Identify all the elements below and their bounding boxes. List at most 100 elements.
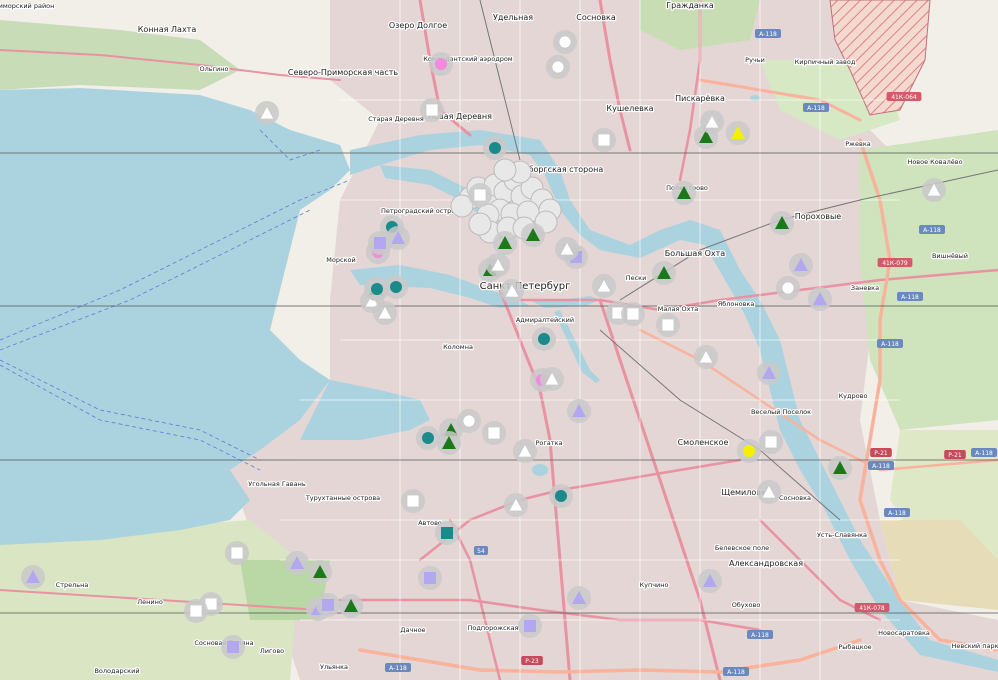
- marker-circle-icon: [371, 283, 383, 295]
- road-shield-label: А-118: [881, 341, 899, 348]
- place-label: Веселый Поселок: [751, 408, 811, 416]
- road-shield: Р-21: [944, 450, 966, 459]
- map-marker-triangle-white[interactable]: [373, 301, 397, 325]
- place-label: Озеро Долгое: [389, 21, 447, 30]
- map-marker-square-white[interactable]: [184, 599, 208, 623]
- marker-cluster-halo: [493, 158, 517, 182]
- map-marker-triangle-yellow[interactable]: [726, 121, 750, 145]
- map-marker-triangle-green[interactable]: [521, 223, 545, 247]
- map-marker-triangle-lavender[interactable]: [757, 361, 781, 385]
- map-marker-square-lavender[interactable]: [418, 566, 442, 590]
- road-shield-label: А-118: [872, 463, 890, 470]
- map-marker-circle-teal[interactable]: [483, 136, 507, 160]
- place-label: Дачное: [400, 626, 425, 634]
- road-shield: А-118: [868, 461, 894, 470]
- map-marker-square-white[interactable]: [420, 98, 444, 122]
- map-marker-triangle-white[interactable]: [540, 367, 564, 391]
- map-marker-square-teal[interactable]: [435, 521, 459, 545]
- road-shield: 41К-064: [886, 92, 922, 101]
- place-label: Северо-Приморская часть: [288, 68, 398, 77]
- place-label: Сосновка: [576, 13, 616, 22]
- road-shield-label: А-118: [389, 665, 407, 672]
- map-marker-square-white[interactable]: [225, 541, 249, 565]
- place-label: Угольная Гавань: [248, 480, 306, 488]
- marker-square-icon: [597, 133, 611, 147]
- map-marker-triangle-lavender[interactable]: [21, 565, 45, 589]
- place-label: Приморский район: [0, 2, 54, 10]
- map-canvas[interactable]: Удельная Озеро Долгое Сосновка Гражданка Кон…: [0, 0, 998, 680]
- marker-circle-icon: [435, 58, 447, 70]
- map-marker-triangle-lavender[interactable]: [789, 253, 813, 277]
- map-marker-circle-teal[interactable]: [416, 426, 440, 450]
- map-marker-triangle-lavender[interactable]: [808, 287, 832, 311]
- map-marker-square-lavender[interactable]: [518, 614, 542, 638]
- place-label: Вишнёвый: [932, 252, 968, 260]
- map-marker-triangle-green[interactable]: [339, 594, 363, 618]
- place-label: Ольгино: [200, 65, 229, 73]
- map-marker-triangle-white[interactable]: [500, 279, 524, 303]
- map-marker-circle-pink[interactable]: [429, 52, 453, 76]
- map-marker-circle-teal[interactable]: [549, 484, 573, 508]
- place-label: Заневка: [851, 284, 879, 292]
- map-marker-triangle-lavender[interactable]: [567, 399, 591, 423]
- map-marker-triangle-white[interactable]: [694, 345, 718, 369]
- place-label: Александровская: [729, 559, 803, 568]
- road-shield-label: А-118: [727, 669, 745, 676]
- map-marker-triangle-white[interactable]: [922, 178, 946, 202]
- marker-circle-icon: [462, 414, 476, 428]
- place-label: Белевское поле: [715, 544, 769, 552]
- map-marker-triangle-white[interactable]: [486, 253, 510, 277]
- map-marker-square-white[interactable]: [401, 489, 425, 513]
- map-marker-circle-white[interactable]: [546, 55, 570, 79]
- marker-square-icon: [626, 307, 640, 321]
- map-marker-triangle-green[interactable]: [493, 231, 517, 255]
- map-marker-triangle-green[interactable]: [770, 211, 794, 235]
- map-marker-circle-teal[interactable]: [365, 277, 389, 301]
- marker-circle-icon: [422, 432, 434, 444]
- map-marker-triangle-green[interactable]: [437, 431, 461, 455]
- map-marker-circle-white[interactable]: [553, 30, 577, 54]
- road-shield: 41К-078: [854, 603, 890, 612]
- map-marker-square-white[interactable]: [656, 313, 680, 337]
- place-label: Кудрово: [839, 392, 868, 400]
- map-marker-triangle-green[interactable]: [828, 456, 852, 480]
- marker-square-icon: [487, 426, 501, 440]
- marker-square-icon: [661, 318, 675, 332]
- map-marker-triangle-green[interactable]: [308, 560, 332, 584]
- map-marker-square-white[interactable]: [759, 430, 783, 454]
- map-marker-square-lavender[interactable]: [221, 635, 245, 659]
- road-shield-label: А-118: [888, 510, 906, 517]
- map-marker-triangle-lavender[interactable]: [698, 569, 722, 593]
- map-marker-triangle-white[interactable]: [592, 274, 616, 298]
- map-marker-circle-white[interactable]: [776, 276, 800, 300]
- road-shield-label: А-118: [901, 294, 919, 301]
- place-label: Ульянка: [320, 663, 348, 671]
- map-marker-circle-teal[interactable]: [532, 327, 556, 351]
- map-marker-triangle-white[interactable]: [255, 101, 279, 125]
- map-marker-square-lavender[interactable]: [316, 593, 340, 617]
- map-marker-square-white[interactable]: [592, 128, 616, 152]
- place-label: Большая Охта: [665, 249, 725, 258]
- map-marker-square-white[interactable]: [621, 302, 645, 326]
- map-marker-triangle-white[interactable]: [555, 237, 579, 261]
- place-label: Рогатка: [536, 439, 563, 447]
- place-label: Рыбацкое: [838, 643, 871, 651]
- map-marker-triangle-white[interactable]: [504, 493, 528, 517]
- place-label: Смоленское: [678, 438, 729, 447]
- map-marker-triangle-white[interactable]: [513, 439, 537, 463]
- map-marker-triangle-lavender[interactable]: [285, 551, 309, 575]
- place-label: Турухтанные острова: [305, 494, 380, 502]
- map-marker-triangle-green[interactable]: [672, 181, 696, 205]
- map-marker-triangle-white[interactable]: [700, 110, 724, 134]
- road-shield: А-118: [877, 339, 903, 348]
- map-marker-square-white[interactable]: [482, 421, 506, 445]
- marker-square-icon: [425, 103, 439, 117]
- map-marker-triangle-white[interactable]: [757, 480, 781, 504]
- map-marker-triangle-lavender[interactable]: [567, 586, 591, 610]
- place-label: Удельная: [493, 13, 533, 22]
- map-marker-circle-yellow[interactable]: [737, 439, 761, 463]
- map-marker-square-lavender[interactable]: [368, 231, 392, 255]
- map-marker-square-white[interactable]: [468, 183, 492, 207]
- map-marker-triangle-green[interactable]: [652, 261, 676, 285]
- marker-square-icon: [424, 572, 436, 584]
